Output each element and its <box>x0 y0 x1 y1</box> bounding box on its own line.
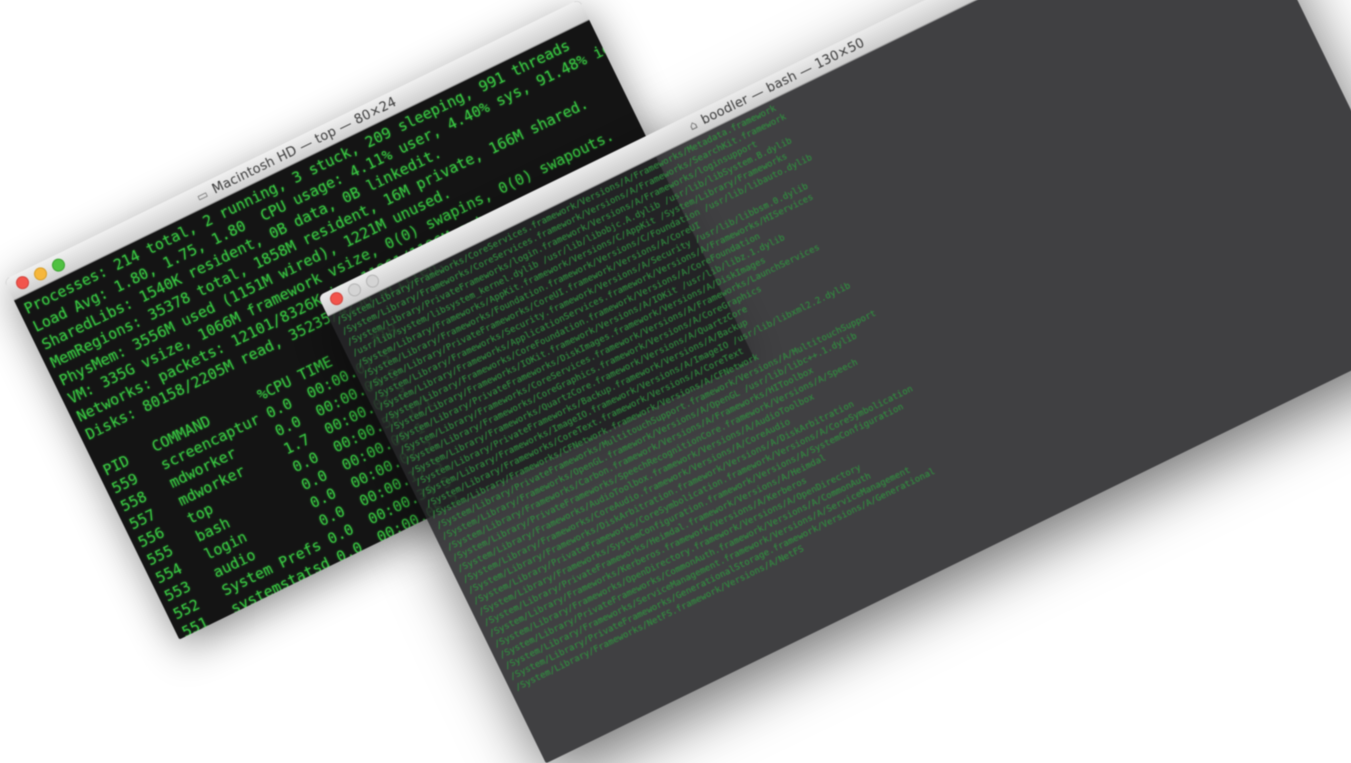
disk-icon: ▭ <box>194 186 211 205</box>
minimize-button[interactable] <box>345 281 364 299</box>
close-button[interactable] <box>327 289 346 308</box>
close-button[interactable] <box>13 273 32 292</box>
zoom-button[interactable] <box>49 256 68 274</box>
home-icon: ⌂ <box>686 117 700 134</box>
minimize-button[interactable] <box>31 265 50 283</box>
zoom-button[interactable] <box>363 272 382 290</box>
